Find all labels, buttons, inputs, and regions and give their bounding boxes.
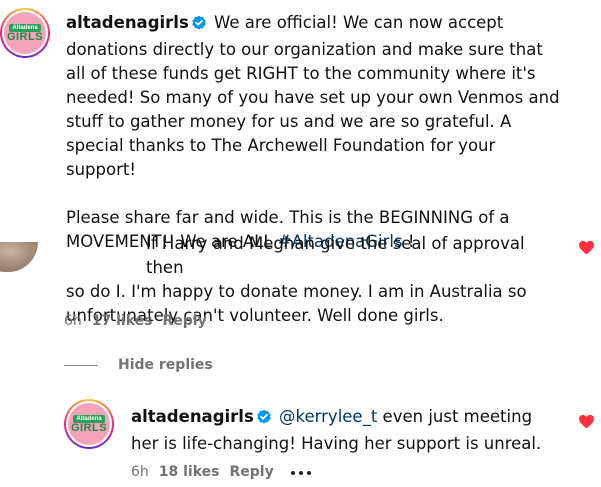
reply-logo-bottom-text: GIRLS: [70, 421, 108, 434]
comment-likes[interactable]: 17 likes: [92, 313, 153, 329]
replies-divider: [64, 365, 98, 366]
reply-reply-button[interactable]: Reply: [230, 464, 274, 480]
hide-replies-label: Hide replies: [118, 357, 213, 373]
post-username[interactable]: altadenagirls: [66, 13, 189, 32]
reply-time: 6h: [131, 464, 149, 480]
reply-verified-badge-icon: [256, 408, 272, 432]
reply-username[interactable]: altadenagirls: [131, 407, 254, 426]
heart-icon[interactable]: [578, 240, 595, 259]
post-avatar[interactable]: Altadena GIRLS: [0, 8, 50, 58]
commenter-avatar[interactable]: [0, 242, 38, 272]
comment-line-1: If Harry and Meghan give the seal of app…: [146, 234, 525, 277]
verified-badge-icon: [191, 14, 207, 38]
reply-avatar[interactable]: Altadena GIRLS: [64, 399, 114, 449]
more-options-icon[interactable]: [290, 463, 312, 481]
reply-heart-icon[interactable]: [578, 414, 595, 433]
altadena-girls-logo: Altadena GIRLS: [4, 12, 46, 54]
reply-meta: 6h 18 likes Reply: [131, 463, 322, 481]
post-caption: altadenagirls We are official! We can no…: [66, 11, 566, 254]
hide-replies-button[interactable]: Hide replies: [118, 356, 223, 374]
comment-meta: 6h 17 likes Reply: [64, 312, 217, 330]
reply-text: altadenagirls @kerrylee_t even just meet…: [131, 405, 561, 456]
reply-likes[interactable]: 18 likes: [159, 464, 220, 480]
caption-paragraph-1: We are official! We can now accept donat…: [66, 13, 560, 179]
comment-reply-button[interactable]: Reply: [163, 313, 207, 329]
comment-time: 6h: [64, 313, 82, 329]
mention-link[interactable]: @kerrylee_t: [279, 407, 377, 426]
reply-altadena-girls-logo: Altadena GIRLS: [68, 403, 110, 445]
logo-bottom-text: GIRLS: [6, 30, 44, 43]
